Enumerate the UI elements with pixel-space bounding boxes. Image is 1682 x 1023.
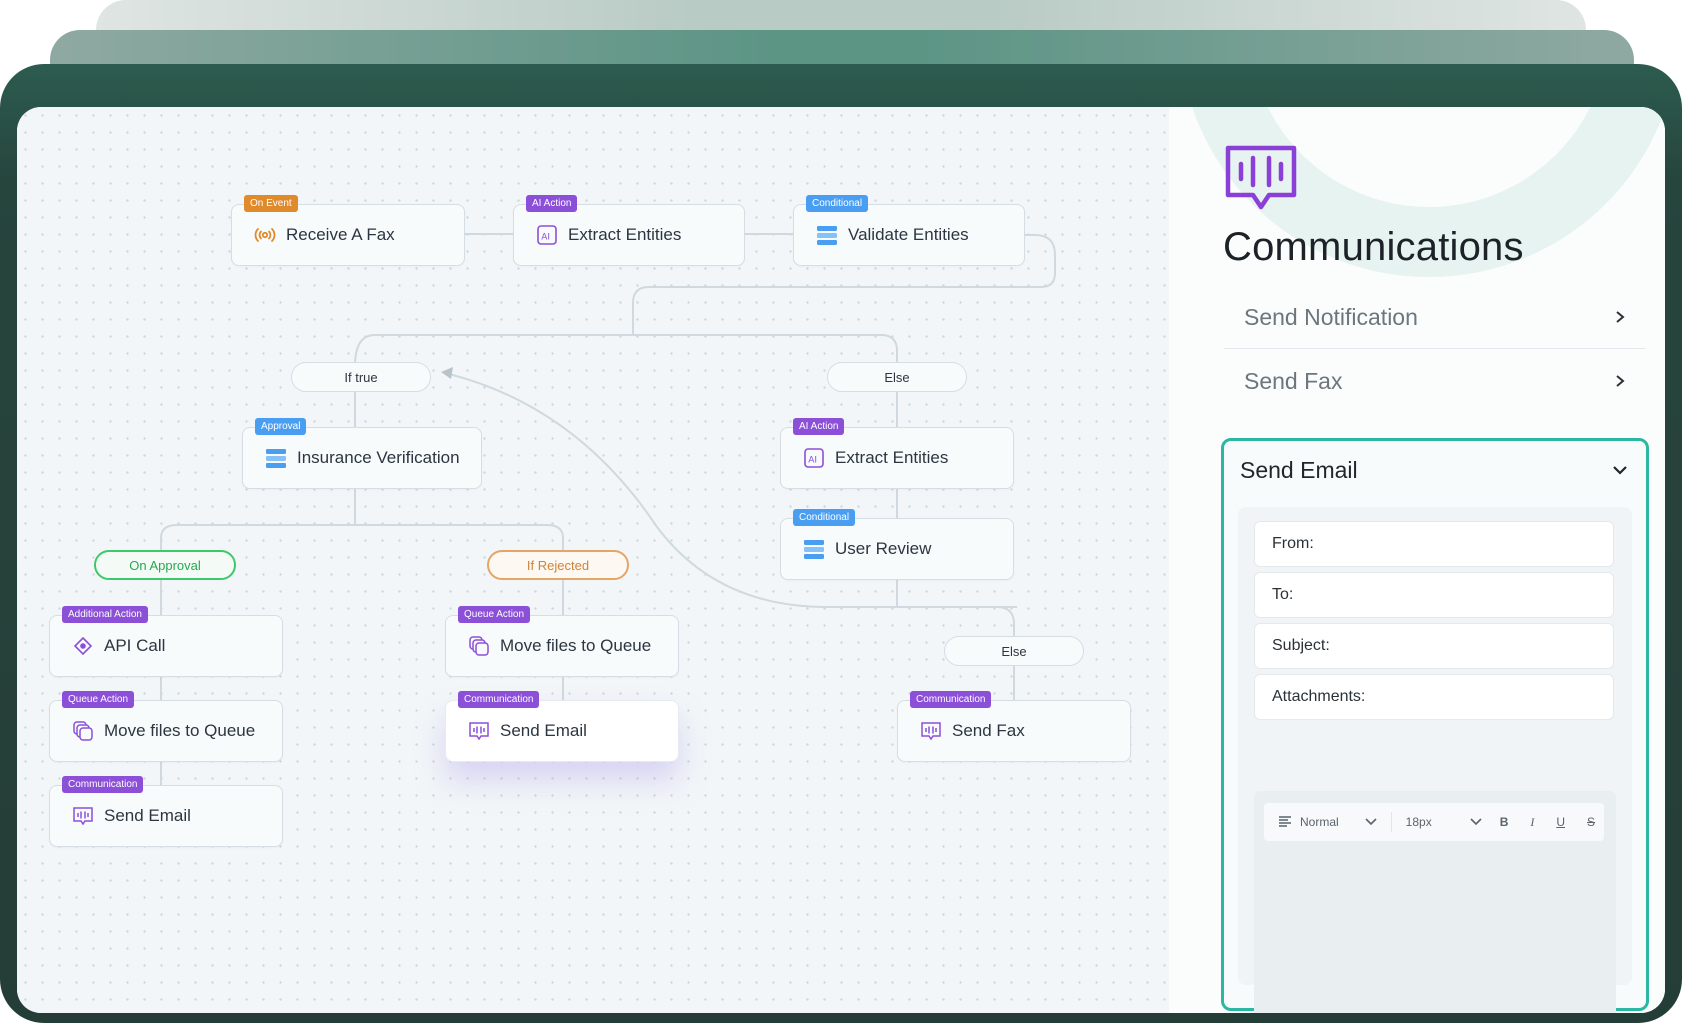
node-tag: Communication <box>458 691 540 708</box>
node-extract-entities-2[interactable]: AI Action AI Extract Entities <box>780 418 1014 489</box>
node-label: Extract Entities <box>568 225 682 244</box>
font-size-select[interactable]: 18px <box>1406 815 1482 829</box>
node-send-email-mid[interactable]: Communication Send Email <box>445 691 679 762</box>
svg-text:AI: AI <box>541 233 550 243</box>
style-value: Normal <box>1300 815 1339 829</box>
node-tag: Approval <box>255 418 307 435</box>
communication-icon <box>1225 145 1297 216</box>
node-tag: Additional Action <box>62 606 148 623</box>
node-tag: Conditional <box>793 509 856 526</box>
node-tag: On Event <box>244 195 298 212</box>
svg-text:AI: AI <box>808 456 817 466</box>
toolbar-divider <box>1390 812 1392 832</box>
send-email-header[interactable]: Send Email <box>1240 457 1358 484</box>
size-value: 18px <box>1405 815 1432 829</box>
node-receive-fax[interactable]: On Event Receive A Fax <box>231 195 465 266</box>
node-label: Send Email <box>500 721 587 740</box>
node-send-fax[interactable]: Communication Send Fax <box>897 691 1131 762</box>
field-label: Subject: <box>1272 637 1330 654</box>
queue-icon <box>72 720 94 742</box>
panel-title: Communications <box>1223 225 1524 269</box>
from-field[interactable]: From: <box>1254 521 1614 567</box>
node-tag: AI Action <box>793 418 845 435</box>
ai-icon: AI <box>803 447 825 469</box>
node-send-email-left[interactable]: Communication Send Email <box>49 776 283 847</box>
send-email-section: Send Email From: To: Subject: Attachment… <box>1221 438 1649 1013</box>
branch-label: Else <box>1001 643 1027 659</box>
underline-button[interactable]: U <box>1556 815 1565 829</box>
ai-icon: AI <box>536 224 558 246</box>
send-notification-item[interactable]: Send Notification <box>1224 287 1646 349</box>
node-label: Insurance Verification <box>297 448 460 467</box>
node-label: User Review <box>835 539 932 558</box>
branch-else-2[interactable]: Else <box>944 636 1084 666</box>
node-tag: Queue Action <box>458 606 531 623</box>
communications-panel: Communications Send Notification Send Fa… <box>1169 107 1665 1013</box>
conditional-icon <box>265 447 287 469</box>
branch-label: If Rejected <box>526 557 590 573</box>
node-api-call[interactable]: Additional Action API Call <box>49 606 283 677</box>
node-label: Validate Entities <box>848 225 969 244</box>
attachments-field[interactable]: Attachments: <box>1254 674 1614 720</box>
chevron-down-icon <box>1365 815 1377 829</box>
communication-icon <box>468 720 490 742</box>
to-field[interactable]: To: <box>1254 572 1614 618</box>
node-label: Extract Entities <box>835 448 949 467</box>
node-label: Move files to Queue <box>500 636 652 655</box>
broadcast-icon <box>254 224 276 246</box>
paragraph-style-select[interactable]: Normal <box>1278 815 1377 830</box>
node-validate-entities[interactable]: Conditional Validate Entities <box>793 195 1025 266</box>
branch-label: If true <box>344 369 378 385</box>
node-move-files-mid[interactable]: Queue Action Move files to Queue <box>445 606 679 677</box>
chevron-down-icon <box>1470 815 1482 829</box>
chevron-down-icon[interactable] <box>1612 463 1628 481</box>
item-label: Send Fax <box>1244 367 1343 394</box>
email-form: From: To: Subject: Attachments: Normal 1… <box>1238 507 1632 1013</box>
bold-button[interactable]: B <box>1500 815 1509 829</box>
node-label: API Call <box>104 636 166 655</box>
node-label: Send Email <box>104 806 191 825</box>
branch-on-approval[interactable]: On Approval <box>94 550 236 580</box>
node-user-review[interactable]: Conditional User Review <box>780 509 1014 580</box>
editor-toolbar: Normal 18px B I U S <box>1264 803 1604 841</box>
send-fax-item[interactable]: Send Fax <box>1224 350 1646 412</box>
item-label: Send Notification <box>1244 304 1418 330</box>
communication-icon <box>920 720 942 742</box>
align-left-icon <box>1278 815 1292 830</box>
node-label: Move files to Queue <box>104 721 256 740</box>
communication-icon <box>72 805 94 827</box>
node-tag: Communication <box>910 691 992 708</box>
chevron-right-icon <box>1614 368 1626 395</box>
node-insurance-verification[interactable]: Approval Insurance Verification <box>242 418 482 489</box>
conditional-icon <box>803 538 825 560</box>
subject-field[interactable]: Subject: <box>1254 623 1614 669</box>
message-editor[interactable]: Normal 18px B I U S <box>1254 791 1616 1013</box>
api-icon <box>72 635 94 657</box>
branch-else[interactable]: Else <box>827 362 967 392</box>
chevron-right-icon <box>1614 304 1626 331</box>
queue-icon <box>468 635 490 657</box>
node-tag: AI Action <box>526 195 578 212</box>
node-move-files-left[interactable]: Queue Action Move files to Queue <box>49 691 283 762</box>
node-label: Send Fax <box>952 721 1025 740</box>
conditional-icon <box>816 224 838 246</box>
node-extract-entities-1[interactable]: AI Action AI Extract Entities <box>513 195 745 266</box>
field-label: Attachments: <box>1272 688 1366 705</box>
node-tag: Conditional <box>806 195 869 212</box>
branch-if-rejected[interactable]: If Rejected <box>487 550 629 580</box>
node-tag: Queue Action <box>62 691 135 708</box>
branch-label: Else <box>884 369 910 385</box>
branch-label: On Approval <box>129 557 201 573</box>
node-label: Receive A Fax <box>286 225 395 244</box>
field-label: From: <box>1272 535 1314 552</box>
app-screen: On Event Receive A Fax AI Action AI Extr… <box>17 107 1665 1013</box>
workflow-canvas[interactable]: On Event Receive A Fax AI Action AI Extr… <box>17 107 1169 1013</box>
field-label: To: <box>1272 586 1294 603</box>
italic-button[interactable]: I <box>1530 815 1534 830</box>
branch-if-true[interactable]: If true <box>291 362 431 392</box>
strikethrough-button[interactable]: S <box>1587 815 1595 829</box>
node-tag: Communication <box>62 776 144 793</box>
